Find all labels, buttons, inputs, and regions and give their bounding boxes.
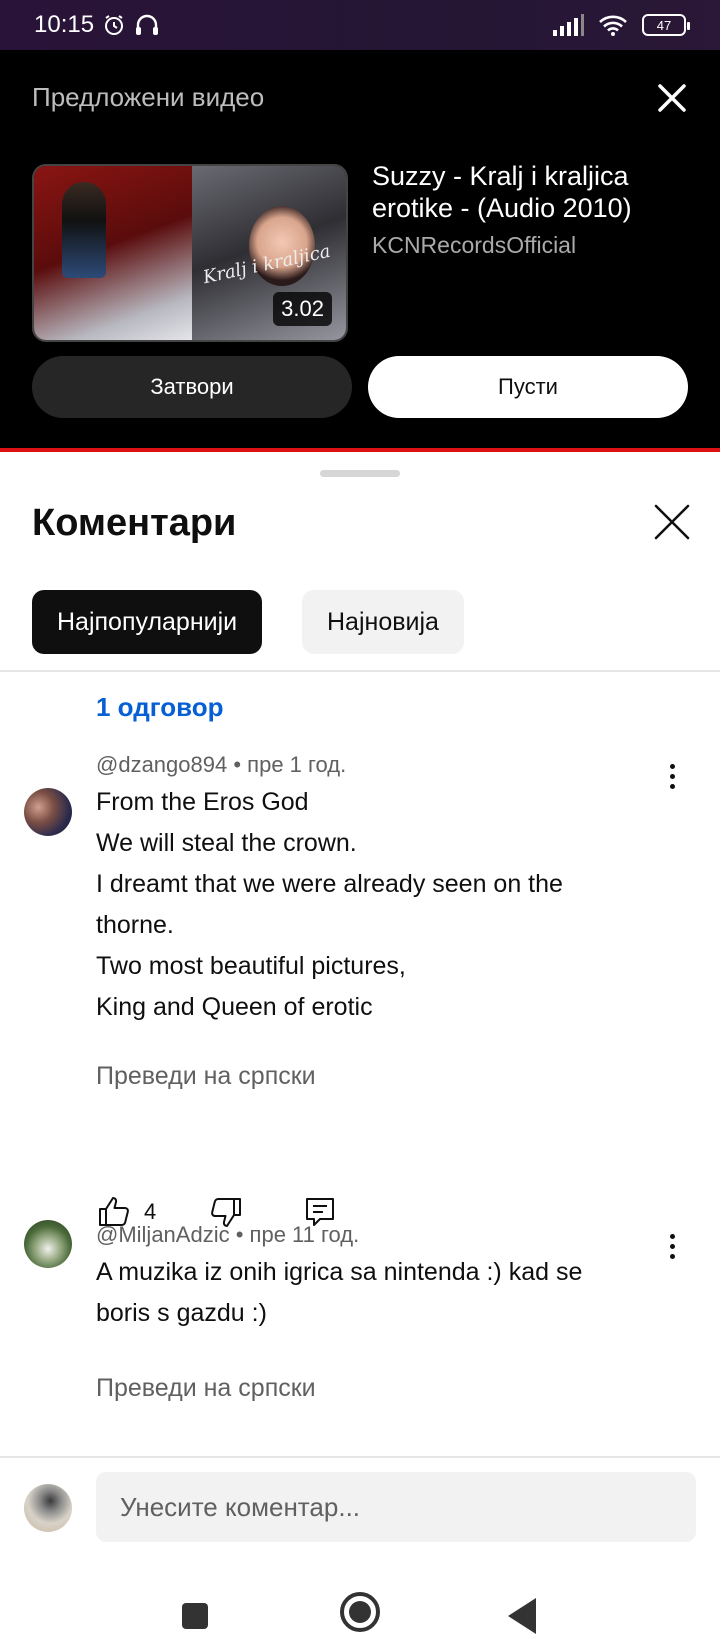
comment-text: From the Eros God We will steal the crow… [96, 782, 676, 1028]
comment-author[interactable]: @dzango894 [96, 752, 227, 777]
comment-time: пре 1 год. [247, 752, 347, 777]
comment-line: thorne. [96, 911, 174, 939]
status-bar: 10:15 47 [0, 0, 720, 50]
play-button[interactable]: Пусти [368, 356, 688, 418]
signal-icon [553, 14, 584, 36]
translate-link[interactable]: Преведи на српски [96, 1062, 316, 1091]
battery-level: 47 [656, 17, 672, 33]
wifi-icon [599, 15, 627, 36]
status-time: 10:15 [34, 11, 95, 38]
suggested-video-panel: Предложени видео Kralj i kraljica 3.02 S… [0, 50, 720, 452]
replies-link[interactable]: 1 одговор [96, 692, 224, 723]
user-avatar [24, 1484, 72, 1532]
translate-link[interactable]: Преведи на српски [96, 1374, 316, 1403]
suggested-header: Предложени видео [32, 82, 265, 112]
battery-icon: 47 [642, 14, 690, 36]
comments-title: Коментари [32, 502, 237, 544]
system-nav-bar [0, 1552, 720, 1650]
channel-name[interactable]: KCNRecordsOfficial [372, 232, 576, 259]
comment-line: King and Queen of erotic [96, 993, 373, 1021]
recents-icon[interactable] [182, 1603, 208, 1629]
comment-meta: @dzango894 • пре 1 год. [96, 752, 347, 777]
comment-line: A muzika iz onih igrica sa nintenda :) k… [96, 1258, 583, 1286]
video-thumbnail[interactable]: Kralj i kraljica 3.02 [32, 164, 348, 342]
comment-line: I dreamt that we were already seen on th… [96, 870, 563, 898]
back-icon[interactable] [508, 1598, 536, 1634]
comment-line: From the Eros God [96, 788, 309, 816]
comment-time: пре 11 год. [249, 1222, 360, 1247]
comment-input-bar: Унесите коментар... [0, 1456, 720, 1552]
status-left: 10:15 [34, 11, 160, 39]
video-title[interactable]: Suzzy - Kralj i kraljica erotike - (Audi… [372, 160, 692, 224]
home-icon[interactable] [340, 1592, 380, 1632]
comment-input[interactable]: Унесите коментар... [96, 1472, 696, 1542]
drag-handle[interactable] [320, 470, 400, 477]
divider [0, 670, 720, 672]
tab-newest[interactable]: Најновија [302, 590, 464, 654]
avatar[interactable] [24, 788, 72, 836]
headphones-icon [136, 14, 159, 35]
close-icon[interactable] [652, 502, 692, 542]
comment-meta: @MiljanAdzic • пре 11 год. [96, 1222, 360, 1247]
comment-line: Two most beautiful pictures, [96, 952, 406, 980]
comment-line: We will steal the crown. [96, 829, 357, 857]
close-icon[interactable] [652, 78, 692, 118]
tab-top-comments[interactable]: Најпопуларнији [32, 590, 263, 654]
video-duration: 3.02 [273, 292, 332, 326]
comment-author[interactable]: @MiljanAdzic [96, 1222, 230, 1247]
status-right: 47 [552, 14, 690, 36]
alarm-icon [105, 15, 124, 35]
comment-text: A muzika iz onih igrica sa nintenda :) k… [96, 1252, 676, 1334]
dismiss-button[interactable]: Затвори [32, 356, 352, 418]
comment-line: boris s gazdu :) [96, 1299, 267, 1327]
avatar[interactable] [24, 1220, 72, 1268]
